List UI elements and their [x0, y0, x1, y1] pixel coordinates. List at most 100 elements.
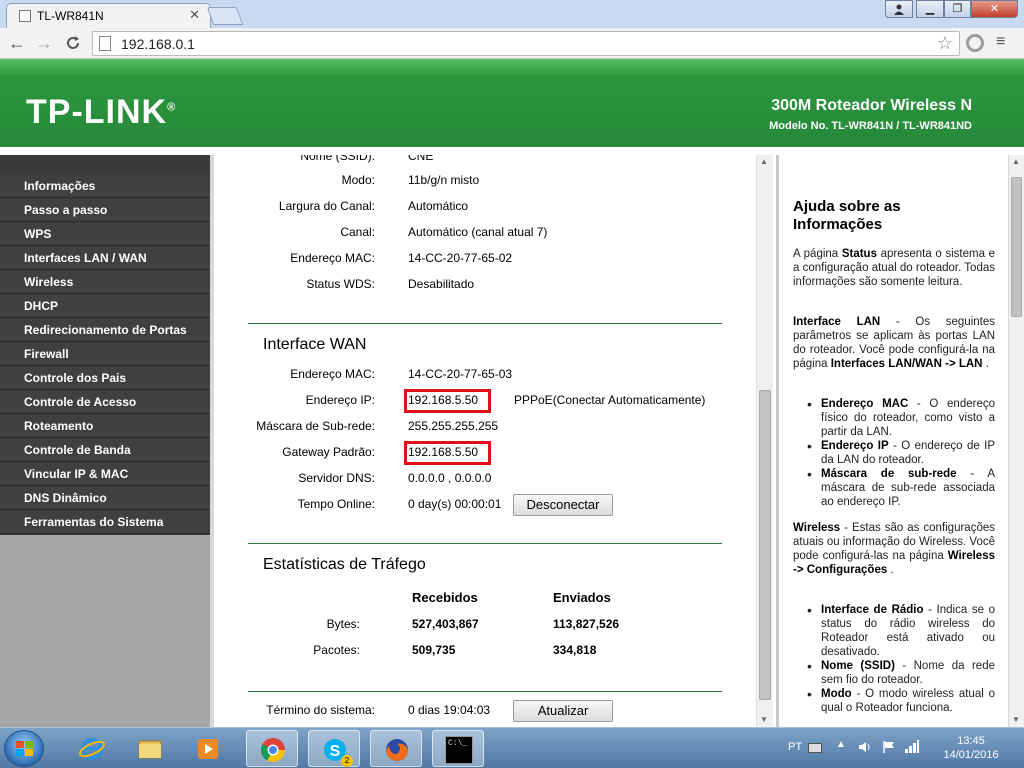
- reload-icon[interactable]: [62, 32, 84, 54]
- close-window-button[interactable]: ✕: [971, 0, 1018, 18]
- clock-time: 13:45: [957, 735, 985, 747]
- sidebar-item-controle-pais[interactable]: Controle dos Pais: [0, 367, 210, 390]
- section-divider: [248, 323, 722, 324]
- wds-label: Status WDS:: [306, 277, 375, 291]
- taskbar-cmd[interactable]: C:\_: [432, 730, 484, 767]
- wan-gateway-label: Gateway Padrão:: [282, 445, 375, 459]
- forward-icon[interactable]: →: [33, 32, 55, 54]
- sidebar-item-vincular-ip-mac[interactable]: Vincular IP & MAC: [0, 463, 210, 486]
- wireless-mac-label: Endereço MAC:: [290, 251, 375, 265]
- uptime-row: Término do sistema: 0 dias 19:04:03: [214, 701, 756, 721]
- taskbar-firefox[interactable]: [370, 730, 422, 767]
- extension-icon[interactable]: [966, 34, 984, 52]
- browser-toolbar: ← → 192.168.0.1 ☆ ≡: [0, 28, 1024, 59]
- sent-column-header: Enviados: [553, 590, 611, 605]
- scroll-down-icon[interactable]: ▼: [1012, 715, 1020, 724]
- channel-row: Canal: Automático (canal atual 7): [214, 223, 756, 243]
- sidebar-item-controle-banda[interactable]: Controle de Banda: [0, 439, 210, 462]
- sidebar-item-informacoes[interactable]: Informações: [0, 175, 210, 198]
- mode-label: Modo:: [341, 173, 375, 187]
- sidebar-item-redirecionamento[interactable]: Redirecionamento de Portas: [0, 319, 210, 342]
- status-content: Nome (SSID): CNE Modo: 11b/g/n misto Lar…: [214, 155, 756, 727]
- sidebar-item-firewall[interactable]: Firewall: [0, 343, 210, 366]
- language-indicator[interactable]: PT: [788, 741, 802, 753]
- action-center-flag-icon[interactable]: [882, 740, 896, 754]
- refresh-button[interactable]: Atualizar: [513, 700, 613, 722]
- bytes-label: Bytes:: [326, 617, 360, 631]
- tab-title: TL-WR841N: [37, 9, 104, 23]
- start-button[interactable]: [4, 730, 44, 767]
- wan-online-row: Tempo Online: 0 day(s) 00:00:01: [214, 495, 756, 515]
- taskbar-media-player[interactable]: [182, 730, 234, 767]
- show-hidden-icons-icon[interactable]: ▲: [836, 739, 846, 750]
- mode-row: Modo: 11b/g/n misto: [214, 171, 756, 191]
- menu-icon[interactable]: ≡: [996, 33, 1005, 51]
- help-list-item: Interface de Rádio - Indica se o status …: [807, 603, 995, 659]
- folder-icon: [138, 740, 162, 759]
- sidebar-item-wps[interactable]: WPS: [0, 223, 210, 246]
- bytes-sent: 113,827,526: [553, 617, 620, 631]
- wan-ip-value: 192.168.5.50: [408, 393, 479, 407]
- scroll-down-icon[interactable]: ▼: [760, 715, 768, 724]
- scroll-up-icon[interactable]: ▲: [760, 157, 768, 166]
- svg-text:S: S: [330, 743, 341, 760]
- channel-width-value: Automático: [408, 199, 469, 213]
- bookmark-star-icon[interactable]: ☆: [937, 33, 953, 54]
- disconnect-button[interactable]: Desconectar: [513, 494, 613, 516]
- taskbar-explorer[interactable]: [124, 730, 176, 767]
- wireless-mac-row: Endereço MAC: 14-CC-20-77-65-02: [214, 249, 756, 269]
- sidebar-item-passo-a-passo[interactable]: Passo a passo: [0, 199, 210, 222]
- wds-value: Desabilitado: [408, 277, 475, 291]
- sidebar-item-dns-dinamico[interactable]: DNS Dinâmico: [0, 487, 210, 510]
- mode-value: 11b/g/n misto: [408, 173, 480, 187]
- sidebar-menu: Informações Passo a passo WPS Interfaces…: [0, 155, 214, 727]
- back-icon[interactable]: ←: [6, 32, 28, 54]
- wan-connection-type: PPPoE(Conectar Automaticamente): [514, 393, 706, 407]
- tab-close-icon[interactable]: ✕: [189, 7, 200, 23]
- tp-link-logo: TP-LINK®: [26, 93, 177, 131]
- taskbar-skype[interactable]: S 2: [308, 730, 360, 767]
- network-icon[interactable]: [904, 740, 920, 754]
- section-divider: [248, 543, 722, 544]
- wireless-mac-value: 14-CC-20-77-65-02: [408, 251, 513, 265]
- command-prompt-icon: C:\_: [445, 736, 473, 764]
- section-divider: [248, 691, 722, 692]
- maximize-button[interactable]: ❐: [944, 0, 971, 18]
- url-text[interactable]: 192.168.0.1: [121, 36, 195, 52]
- taskbar-chrome[interactable]: [246, 730, 298, 767]
- user-icon[interactable]: [885, 0, 913, 18]
- received-column-header: Recebidos: [412, 590, 478, 605]
- minimize-button[interactable]: ▁: [916, 0, 944, 18]
- wan-ip-row: Endereço IP: 192.168.5.50 PPPoE(Conectar…: [214, 391, 756, 411]
- keyboard-icon[interactable]: [808, 742, 822, 754]
- volume-icon[interactable]: [858, 740, 872, 754]
- sidebar-item-ferramentas[interactable]: Ferramentas do Sistema: [0, 511, 210, 534]
- help-scrollbar-thumb[interactable]: [1011, 177, 1022, 317]
- sidebar-item-interfaces[interactable]: Interfaces LAN / WAN: [0, 247, 210, 270]
- page-icon: [19, 10, 31, 22]
- taskbar-clock[interactable]: 13:45 14/01/2016: [936, 734, 1006, 762]
- content-scrollbar[interactable]: ▲ ▼: [756, 155, 773, 727]
- sidebar-item-dhcp[interactable]: DHCP: [0, 295, 210, 318]
- wan-mac-label: Endereço MAC:: [290, 367, 375, 381]
- taskbar-ie[interactable]: [66, 730, 118, 767]
- sidebar-item-roteamento[interactable]: Roteamento: [0, 415, 210, 438]
- help-status-paragraph: A página Status apresenta o sistema e a …: [793, 248, 995, 288]
- scroll-up-icon[interactable]: ▲: [1012, 157, 1020, 166]
- wan-dns-label: Servidor DNS:: [298, 471, 375, 485]
- sidebar-item-controle-acesso[interactable]: Controle de Acesso: [0, 391, 210, 414]
- traffic-section-title: Estatísticas de Tráfego: [263, 556, 426, 573]
- help-scrollbar[interactable]: ▲ ▼: [1008, 155, 1024, 727]
- router-banner: TP-LINK® 300M Roteador Wireless N Modelo…: [0, 59, 1024, 147]
- ssid-value: CNE: [408, 155, 434, 163]
- packets-label: Pacotes:: [313, 643, 360, 657]
- sidebar-item-wireless[interactable]: Wireless: [0, 271, 210, 294]
- wan-gateway-value: 192.168.5.50: [408, 445, 479, 459]
- scrollbar-thumb[interactable]: [759, 390, 771, 700]
- channel-value: Automático (canal atual 7): [408, 225, 548, 239]
- channel-label: Canal:: [340, 225, 375, 239]
- address-bar[interactable]: 192.168.0.1 ☆: [92, 31, 960, 56]
- new-tab-button[interactable]: [206, 7, 244, 25]
- browser-tab[interactable]: TL-WR841N ✕: [6, 3, 211, 28]
- windows-logo-icon: [16, 741, 34, 757]
